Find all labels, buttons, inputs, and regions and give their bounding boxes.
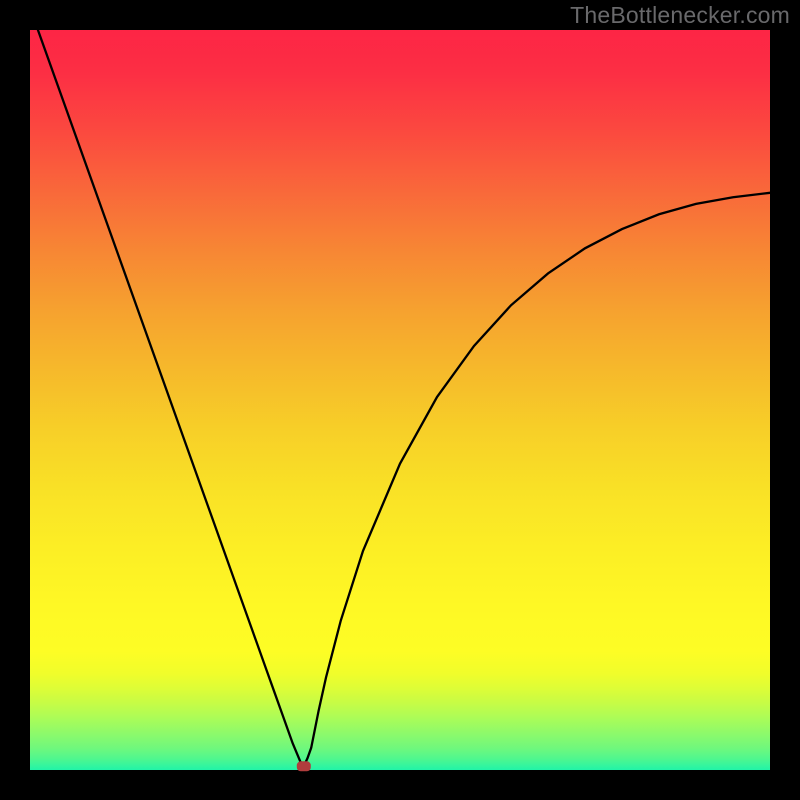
optimum-marker [297,761,311,771]
watermark-text: TheBottlenecker.com [570,2,790,29]
curve-svg [30,30,770,770]
chart-frame: TheBottlenecker.com [0,0,800,800]
bottleneck-curve [30,8,770,767]
plot-area [30,30,770,770]
